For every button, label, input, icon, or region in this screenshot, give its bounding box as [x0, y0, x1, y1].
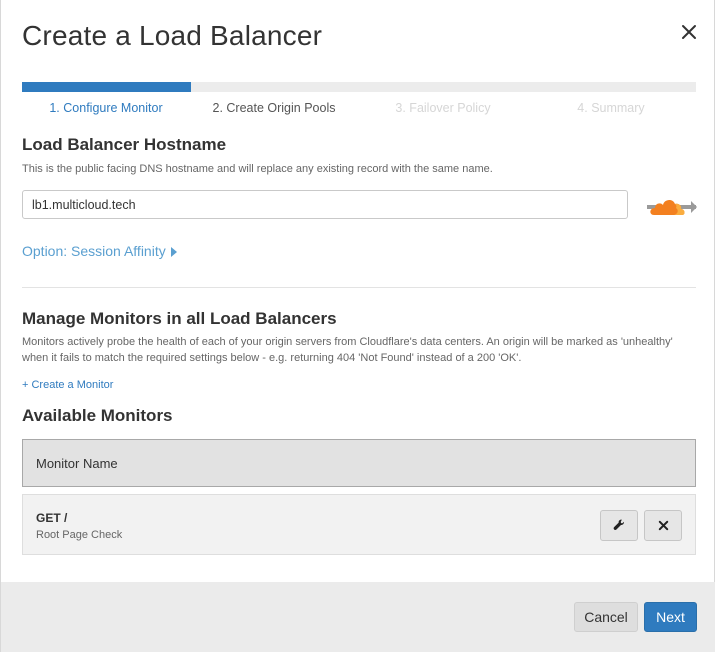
step-create-origin-pools[interactable]: 2. Create Origin Pools — [190, 101, 358, 115]
hostname-section-title: Load Balancer Hostname — [22, 135, 227, 154]
wizard-progress-bar — [22, 82, 696, 92]
create-monitor-link[interactable]: + Create a Monitor — [22, 379, 113, 391]
delete-monitor-button[interactable] — [644, 510, 682, 541]
hostname-description: This is the public facing DNS hostname a… — [22, 163, 493, 175]
monitor-name: GET / — [36, 511, 68, 525]
wizard-progress-fill — [22, 82, 191, 92]
monitors-table-header: Monitor Name — [22, 439, 696, 487]
create-load-balancer-dialog: Create a Load Balancer 1. Configure Moni… — [0, 0, 715, 652]
session-affinity-toggle[interactable]: Option: Session Affinity — [22, 243, 177, 259]
step-configure-monitor[interactable]: 1. Configure Monitor — [22, 101, 190, 115]
edit-monitor-button[interactable] — [600, 510, 638, 541]
close-icon[interactable] — [679, 22, 699, 42]
monitors-description: Monitors actively probe the health of ea… — [22, 336, 673, 364]
section-divider — [22, 287, 696, 288]
table-row: GET / Root Page Check — [22, 494, 696, 555]
session-affinity-label: Option: Session Affinity — [22, 243, 166, 259]
monitors-section-title: Manage Monitors in all Load Balancers — [22, 309, 337, 328]
caret-right-icon — [170, 247, 177, 257]
step-failover-policy: 3. Failover Policy — [395, 101, 491, 115]
dialog-footer: Cancel Next — [1, 582, 715, 652]
column-header-monitor-name: Monitor Name — [36, 456, 118, 471]
dialog-title: Create a Load Balancer — [22, 20, 323, 51]
available-monitors-title: Available Monitors — [22, 406, 173, 425]
wrench-icon — [613, 519, 624, 530]
next-button[interactable]: Next — [644, 602, 697, 632]
step-summary: 4. Summary — [577, 101, 645, 115]
monitor-description: Root Page Check — [36, 529, 123, 541]
cloudflare-proxy-cloud-icon[interactable] — [647, 196, 697, 218]
hostname-input[interactable] — [22, 190, 628, 219]
cancel-button[interactable]: Cancel — [574, 602, 638, 632]
close-icon — [658, 520, 668, 531]
